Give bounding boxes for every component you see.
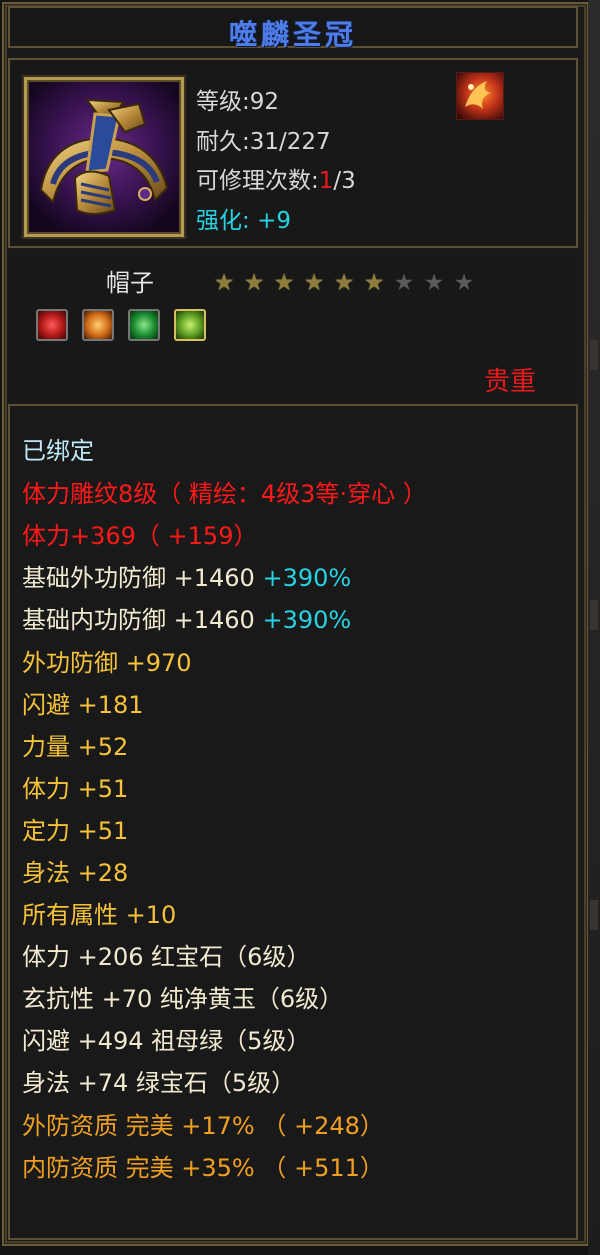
fire-phoenix-icon xyxy=(456,72,504,120)
star-icon: ★ xyxy=(453,270,475,296)
attribute-line: 定力 +51 xyxy=(22,817,129,845)
attribute-line: 闪避 +181 xyxy=(22,691,144,719)
rarity-label: 贵重 xyxy=(484,367,537,397)
attribute-line: 体力雕纹8级（ 精绘：4级3等·穿心 ） xyxy=(22,480,427,508)
repair-total: /3 xyxy=(333,168,356,194)
star-icon: ★ xyxy=(363,270,385,296)
star-icon: ★ xyxy=(303,270,325,296)
attribute-line: 体力 +206 红宝石（6级） xyxy=(22,943,311,971)
star-icon: ★ xyxy=(333,270,355,296)
star-icon: ★ xyxy=(273,270,295,296)
emerald-gem-icon xyxy=(174,309,206,341)
enhance-value: +9 xyxy=(257,208,291,234)
crown-icon xyxy=(24,77,184,237)
attribute-line: 体力 +51 xyxy=(22,775,129,803)
enhance-line: 强化: +9 xyxy=(196,201,291,235)
level-label: 等级: xyxy=(196,89,250,115)
level-line: 等级:92 xyxy=(196,82,279,116)
attribute-line: 身法 +28 xyxy=(22,859,129,887)
attribute-line: 基础外功防御 +1460 +390% xyxy=(22,564,352,592)
attribute-line: 力量 +52 xyxy=(22,733,129,761)
red-gem-icon xyxy=(36,309,68,341)
green-gem-icon xyxy=(128,309,160,341)
star-icon: ★ xyxy=(423,270,445,296)
durability-label: 耐久: xyxy=(196,129,250,155)
enhance-label: 强化: xyxy=(196,208,250,234)
level-value: 92 xyxy=(249,89,280,115)
attribute-line: 外防资质 完美 +17% （ +248） xyxy=(22,1112,384,1140)
attribute-line: 所有属性 +10 xyxy=(22,901,177,929)
attribute-line: 已绑定 xyxy=(22,437,94,465)
window-edge xyxy=(588,0,600,1255)
attribute-line: 基础内功防御 +1460 +390% xyxy=(22,606,352,634)
attribute-line: 身法 +74 绿宝石（5级） xyxy=(22,1069,296,1097)
item-type: 帽子 xyxy=(106,269,154,297)
attribute-line: 内防资质 完美 +35% （ +511） xyxy=(22,1154,384,1182)
item-name: 噬麟圣冠 xyxy=(228,18,357,51)
durability-line: 耐久:31/227 xyxy=(196,122,331,156)
attribute-line: 玄抗性 +70 纯净黄玉（6级） xyxy=(22,985,344,1013)
durability-value: 31/227 xyxy=(249,129,331,155)
attribute-line: 外功防御 +970 xyxy=(22,649,192,677)
title-bar: 噬麟圣冠 xyxy=(8,6,578,51)
item-summary-panel: 等级:92 耐久:31/227 可修理次数:1/3 强化: +9 xyxy=(8,58,578,248)
star-icon: ★ xyxy=(243,270,265,296)
repair-line: 可修理次数:1/3 xyxy=(196,161,356,195)
attribute-line: 闪避 +494 祖母绿（5级） xyxy=(22,1027,311,1055)
attribute-line: 体力+369（ +159） xyxy=(22,522,258,550)
repair-label: 可修理次数: xyxy=(196,168,319,194)
repair-current: 1 xyxy=(318,168,334,194)
star-icon: ★ xyxy=(213,270,235,296)
yellow-gem-icon xyxy=(82,309,114,341)
star-icon: ★ xyxy=(393,270,415,296)
